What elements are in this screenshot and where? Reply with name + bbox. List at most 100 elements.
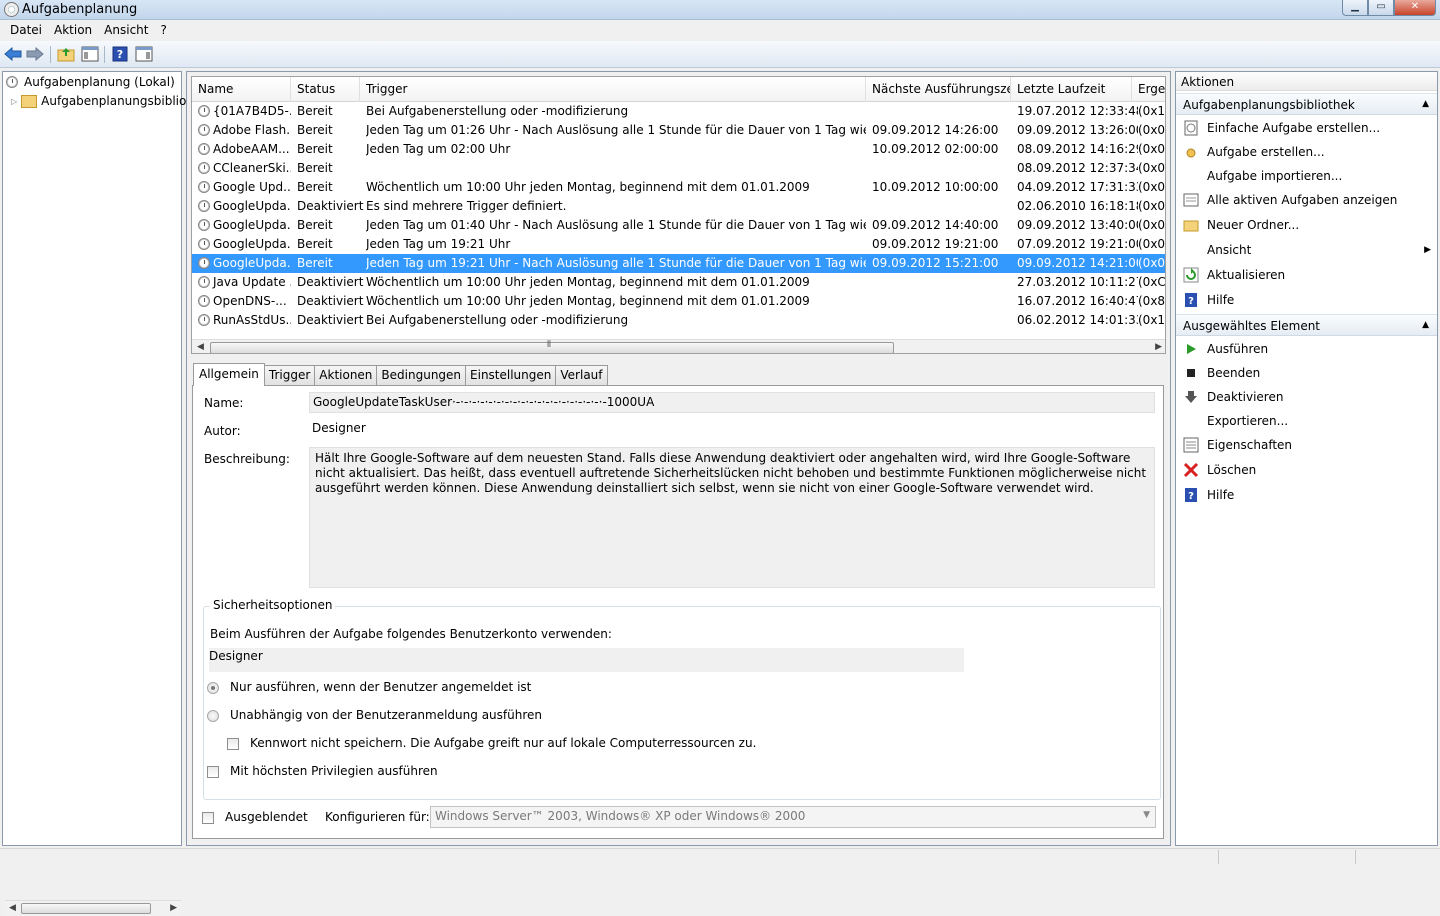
cell-text: 10.09.2012 10:00:00 (872, 180, 999, 194)
help-icon: ? (1183, 292, 1199, 308)
help-icon[interactable]: ? (110, 45, 130, 63)
action-show-running-tasks[interactable]: Alle aktiven Aufgaben anzeigen (1176, 189, 1437, 211)
action-disable[interactable]: Deaktivieren (1176, 386, 1437, 408)
action-new-folder[interactable]: Neuer Ordner... (1176, 214, 1437, 236)
action-refresh[interactable]: Aktualisieren (1176, 264, 1437, 286)
action-create-task[interactable]: Aufgabe erstellen... (1176, 141, 1437, 163)
tree-node-library[interactable]: ▷ Aufgabenplanungsbibliothek (11, 92, 213, 110)
action-import-task[interactable]: Aufgabe importieren... (1176, 165, 1437, 187)
table-row[interactable]: Google Upd... Bereit Wöchentlich um 10:00 … (192, 178, 1165, 197)
tab-einstellungen[interactable]: Einstellungen (465, 365, 557, 386)
do-not-store-password-label[interactable]: Kennwort nicht speichern. Die Aufgabe gr… (250, 736, 756, 750)
expand-arrow-icon[interactable]: ▷ (11, 97, 17, 106)
minimize-button[interactable]: ▁ (1342, 0, 1368, 16)
table-row[interactable]: {01A7B4D5-... Bereit Bei Aufgabenerstellun… (192, 102, 1165, 121)
action-end-label: Beenden (1207, 366, 1261, 380)
blank-icon (1183, 242, 1199, 258)
menu-datei[interactable]: Datei (4, 20, 48, 41)
table-row[interactable]: GoogleUpda... Deaktiviert Es sind mehrere … (192, 197, 1165, 216)
column-header-name[interactable]: Name (192, 77, 291, 102)
cell-text: Jeden Tag um 01:40 Uhr - Nach Auslösung … (366, 218, 866, 232)
hidden-label[interactable]: Ausgeblendet (225, 810, 308, 824)
run-regardless-radio[interactable] (207, 710, 219, 722)
table-row[interactable]: CCleanerSki... Bereit 08.09.2012 12:37:34(… (192, 159, 1165, 178)
show-hide-action-pane-icon[interactable] (134, 45, 154, 63)
tab-allgemein[interactable]: Allgemein (193, 363, 265, 386)
run-regardless-label[interactable]: Unabhängig von der Benutzeranmeldung aus… (230, 708, 542, 722)
table-row[interactable]: Java Update ... DeaktiviertWöchentlich um… (192, 273, 1165, 292)
cell-last-run: 07.09.2012 19:21:00 (1017, 235, 1138, 254)
cell-result: (0x0) (1138, 235, 1166, 254)
cell-text: Wöchentlich um 10:00 Uhr jeden Montag, b… (366, 275, 810, 289)
maximize-button[interactable]: ▭ (1368, 0, 1394, 16)
show-hide-tree-icon[interactable] (80, 45, 100, 63)
tree-horizontal-scrollbar[interactable]: ◀ ▶ (5, 900, 181, 916)
section-selected-item[interactable]: Ausgewähltes Element ▲ (1176, 314, 1437, 336)
cell-text: 09.09.2012 13:40:00 (1017, 218, 1138, 232)
section-library[interactable]: Aufgabenplanungsbibliothek ▲ (1176, 93, 1437, 115)
column-header-last-run[interactable]: Letzte Laufzeit (1011, 77, 1132, 102)
highest-privileges-checkbox[interactable] (207, 766, 219, 778)
action-create-basic-task[interactable]: Einfache Aufgabe erstellen... (1176, 117, 1437, 139)
cell-last-run: 09.09.2012 14:21:00 (1017, 254, 1138, 273)
table-row[interactable]: GoogleUpda... Bereit Jeden Tag um 19:21 Uh… (192, 254, 1165, 273)
tab-trigger[interactable]: Trigger (263, 365, 316, 386)
table-row[interactable]: RunAsStdUs... Deaktiviert Bei Aufgabenerst… (192, 311, 1165, 330)
table-row[interactable]: OpenDNS-... Deaktiviert Wöchentlich um 10:… (192, 292, 1165, 311)
hidden-checkbox[interactable] (202, 812, 214, 824)
folder-up-icon[interactable] (56, 45, 76, 63)
run-only-logged-on-label[interactable]: Nur ausführen, wenn der Benutzer angemel… (230, 680, 531, 694)
user-account-field[interactable]: Designer (209, 648, 964, 672)
cell-result: (0xC0 (1138, 273, 1165, 292)
menu-help[interactable]: ? (154, 20, 172, 41)
cell-text: GoogleUpda... (213, 199, 291, 213)
cell-status: Bereit (297, 159, 366, 178)
column-header-status[interactable]: Status (291, 77, 360, 102)
configure-for-dropdown[interactable]: Windows Server™ 2003, Windows® XP oder W… (430, 806, 1156, 828)
cell-text: 19.07.2012 12:33:48 (1017, 104, 1138, 118)
name-field[interactable]: GoogleUpdateTaskUser·-·-·-·-·-·-·-·-·-·-… (309, 392, 1155, 413)
collapse-arrow-icon[interactable]: ▲ (1422, 99, 1429, 109)
table-row[interactable]: AdobeAAM... Bereit Jeden Tag um 02:00 Uhr 1… (192, 140, 1165, 159)
task-list-horizontal-scrollbar[interactable]: ◀ ⦀ ▶ (192, 339, 1165, 353)
action-delete[interactable]: Löschen (1176, 459, 1437, 481)
action-properties[interactable]: Eigenschaften (1176, 434, 1437, 456)
column-header-trigger[interactable]: Trigger (360, 77, 866, 102)
general-tab-panel: Name: GoogleUpdateTaskUser·-·-·-·-·-·-·-… (192, 385, 1164, 839)
tree-node-root[interactable]: Aufgabenplanung (Lokal) (6, 73, 175, 91)
tab-bedingungen[interactable]: Bedingungen (376, 365, 467, 386)
menu-aktion[interactable]: Aktion (48, 20, 98, 41)
cell-status: Deaktiviert (297, 292, 366, 311)
do-not-store-password-checkbox[interactable] (227, 738, 239, 750)
back-arrow-icon[interactable] (3, 45, 23, 63)
highest-privileges-label[interactable]: Mit höchsten Privilegien ausführen (230, 764, 438, 778)
basic-task-icon (1183, 120, 1199, 136)
security-options-legend: Sicherheitsoptionen (210, 598, 336, 612)
tab-verlauf[interactable]: Verlauf (555, 365, 608, 386)
action-help-library[interactable]: ? Hilfe (1176, 289, 1437, 311)
action-run[interactable]: Ausführen (1176, 338, 1437, 360)
forward-arrow-icon[interactable] (25, 45, 45, 63)
collapse-arrow-icon[interactable]: ▲ (1422, 320, 1429, 330)
column-header-result[interactable]: Ergeb (1132, 77, 1165, 102)
author-value[interactable]: Designer (312, 421, 366, 435)
tab-aktionen[interactable]: Aktionen (314, 365, 378, 386)
run-only-logged-on-radio[interactable] (207, 682, 219, 694)
table-row[interactable]: GoogleUpda... Bereit Jeden Tag um 19:21 Uh… (192, 235, 1166, 254)
cell-last-run: 19.07.2012 12:33:48 (1017, 102, 1138, 121)
cell-last-run: 09.09.2012 13:40:00 (1017, 216, 1138, 235)
menu-ansicht[interactable]: Ansicht (98, 20, 154, 41)
cell-text: Adobe Flash... (213, 123, 291, 137)
table-row[interactable]: GoogleUpda... Bereit Jeden Tag um 01:40 Uh… (192, 216, 1165, 235)
action-view[interactable]: Ansicht ▶ (1176, 239, 1437, 261)
cell-text: (0x0) (1138, 123, 1166, 137)
cell-last-run: 02.06.2010 16:18:18 (1017, 197, 1138, 216)
action-end[interactable]: Beenden (1176, 362, 1437, 384)
action-help-selected[interactable]: ? Hilfe (1176, 484, 1437, 506)
column-header-next-run[interactable]: Nächste Ausführungszeit (866, 77, 1011, 102)
action-export[interactable]: Exportieren... (1176, 410, 1437, 432)
description-field[interactable]: Hält Ihre Google-Software auf dem neuest… (309, 447, 1155, 588)
cell-text: (0x0) (1138, 237, 1166, 251)
close-button[interactable]: ✕ (1394, 0, 1436, 16)
table-row[interactable]: Adobe Flash... Bereit Jeden Tag um 01:26 U… (192, 121, 1166, 140)
